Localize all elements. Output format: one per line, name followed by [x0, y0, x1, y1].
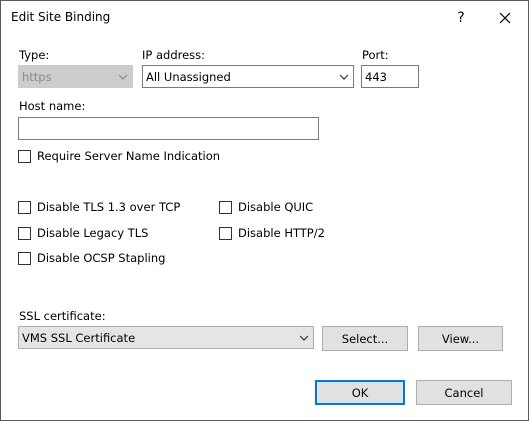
type-label: Type: — [19, 48, 50, 62]
view-certificate-button[interactable]: View... — [418, 326, 503, 351]
close-button[interactable] — [485, 1, 525, 34]
disable-legacy-tls-label: Disable Legacy TLS — [37, 226, 149, 240]
checkbox-box — [18, 251, 31, 265]
dialog-title: Edit Site Binding — [11, 10, 111, 24]
select-certificate-button[interactable]: Select... — [322, 326, 408, 351]
disable-ocsp-stapling-label: Disable OCSP Stapling — [37, 251, 166, 265]
disable-tls13-label: Disable TLS 1.3 over TCP — [37, 200, 181, 214]
port-label: Port: — [362, 48, 389, 62]
checkbox-box — [219, 226, 232, 240]
ssl-certificate-select[interactable]: VMS SSL Certificate — [18, 326, 314, 349]
disable-tls13-checkbox[interactable]: Disable TLS 1.3 over TCP — [18, 200, 180, 214]
disable-quic-label: Disable QUIC — [238, 200, 314, 214]
ok-button[interactable]: OK — [315, 380, 405, 405]
help-icon: ? — [457, 9, 465, 26]
title-bar: Edit Site Binding ? — [1, 1, 528, 34]
help-button[interactable]: ? — [441, 1, 481, 34]
close-icon — [499, 12, 511, 23]
checkbox-box — [18, 149, 31, 163]
edit-site-binding-dialog: Edit Site Binding ? Type: https IP addre… — [0, 0, 529, 421]
require-sni-label: Require Server Name Indication — [37, 149, 221, 163]
ip-address-value: All Unassigned — [146, 69, 231, 84]
cancel-button[interactable]: Cancel — [416, 380, 512, 405]
ip-address-label: IP address: — [142, 48, 206, 62]
disable-ocsp-stapling-checkbox[interactable]: Disable OCSP Stapling — [18, 251, 165, 265]
disable-http2-checkbox[interactable]: Disable HTTP/2 — [219, 226, 325, 240]
port-input[interactable]: 443 — [361, 65, 419, 88]
disable-legacy-tls-checkbox[interactable]: Disable Legacy TLS — [18, 226, 148, 240]
disable-http2-label: Disable HTTP/2 — [238, 226, 325, 240]
disable-quic-checkbox[interactable]: Disable QUIC — [219, 200, 313, 214]
checkbox-box — [219, 200, 232, 214]
ssl-certificate-value: VMS SSL Certificate — [22, 330, 136, 345]
type-value: https — [22, 69, 52, 84]
checkbox-box — [18, 200, 31, 214]
type-select[interactable]: https — [18, 65, 133, 88]
checkbox-box — [18, 226, 31, 240]
host-name-input[interactable] — [18, 117, 319, 140]
ssl-certificate-label: SSL certificate: — [19, 309, 106, 323]
require-sni-checkbox[interactable]: Require Server Name Indication — [18, 149, 220, 163]
ip-address-select[interactable]: All Unassigned — [142, 65, 354, 88]
host-name-label: Host name: — [19, 99, 86, 113]
chevron-down-icon — [295, 327, 313, 348]
chevron-down-icon — [335, 66, 353, 87]
chevron-down-icon — [114, 66, 132, 87]
